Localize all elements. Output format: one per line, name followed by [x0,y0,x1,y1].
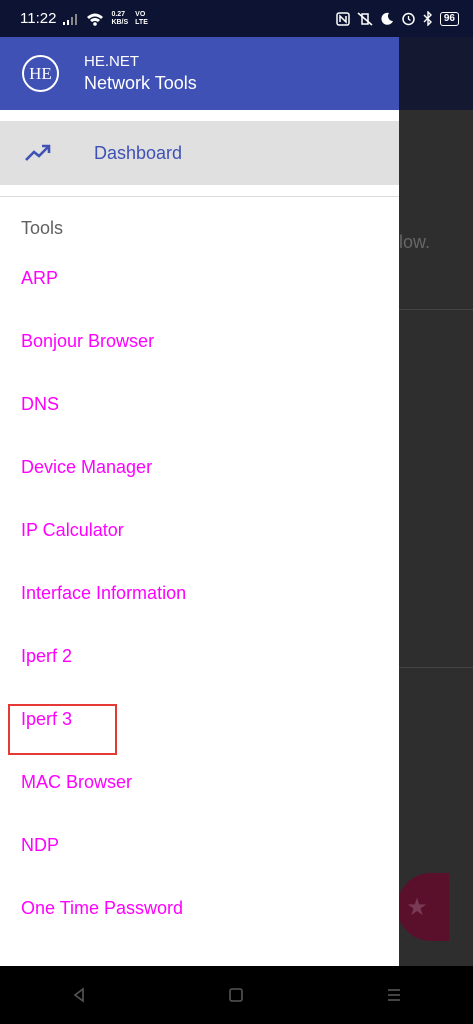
favorite-fab[interactable]: ★ [397,873,449,941]
highlight-box [8,704,117,755]
alarm-icon [402,12,415,26]
tool-item-arp[interactable]: ARP [0,247,399,310]
brand-name: HE.NET [84,53,140,70]
tool-item-device-manager[interactable]: Device Manager [0,436,399,499]
background-toolbar [399,37,473,110]
nav-item-dashboard[interactable]: Dashboard [0,121,399,185]
background-divider [399,667,473,668]
navigation-drawer: HE HE.NET Network Tools Dashboard Tools … [0,37,399,966]
nfc-icon [336,11,350,26]
tool-item-ndp[interactable]: NDP [0,814,399,877]
system-nav-bar [0,966,473,1024]
vibrate-off-icon [357,11,373,26]
trending-up-icon [25,144,51,161]
tool-list: ARP Bonjour Browser DNS Device Manager I… [0,247,399,940]
tool-item-dns[interactable]: DNS [0,373,399,436]
tool-item-bonjour-browser[interactable]: Bonjour Browser [0,310,399,373]
bluetooth-icon [423,11,432,26]
drawer-header: HE HE.NET Network Tools [0,37,399,110]
tool-item-iperf-2[interactable]: Iperf 2 [0,625,399,688]
background-partial-text: low. [399,232,431,252]
status-left: 11:22 0.27 KB/S VO LTE [20,10,148,27]
tool-item-one-time-password[interactable]: One Time Password [0,877,399,940]
star-icon: ★ [406,893,428,921]
menu-lines-icon [388,989,401,1001]
net-speed: 0.27 KB/S [111,11,128,27]
moon-icon [381,12,393,25]
net-speed-value: 0.27 [111,10,126,18]
tool-item-interface-information[interactable]: Interface Information [0,562,399,625]
volte-indicator: VO LTE [135,11,148,27]
tool-item-mac-browser[interactable]: MAC Browser [0,751,399,814]
background-divider [399,309,473,310]
volte-bottom: LTE [135,18,148,26]
home-button[interactable] [221,980,251,1010]
brand: HE.NET Network Tools [84,52,197,95]
background-app: low. ★ [397,37,473,966]
signal-icon [63,13,78,25]
status-right: 96 [336,11,459,26]
app-name: Network Tools [84,73,197,93]
status-bar: 11:22 0.27 KB/S VO LTE 96 [0,0,473,37]
back-triangle-icon [73,987,84,1003]
section-title-tools: Tools [21,218,64,238]
net-speed-unit: KB/S [111,18,129,26]
volte-top: VO [135,10,146,18]
he-logo: HE [22,55,59,92]
battery-indicator: 96 [439,11,459,26]
wifi-icon [87,13,104,26]
clock: 11:22 [20,10,57,27]
tool-item-ip-calculator[interactable]: IP Calculator [0,499,399,562]
dashboard-label: Dashboard [94,142,183,163]
home-square-icon [229,988,244,1002]
back-button[interactable] [64,980,94,1010]
recents-button[interactable] [379,980,409,1010]
